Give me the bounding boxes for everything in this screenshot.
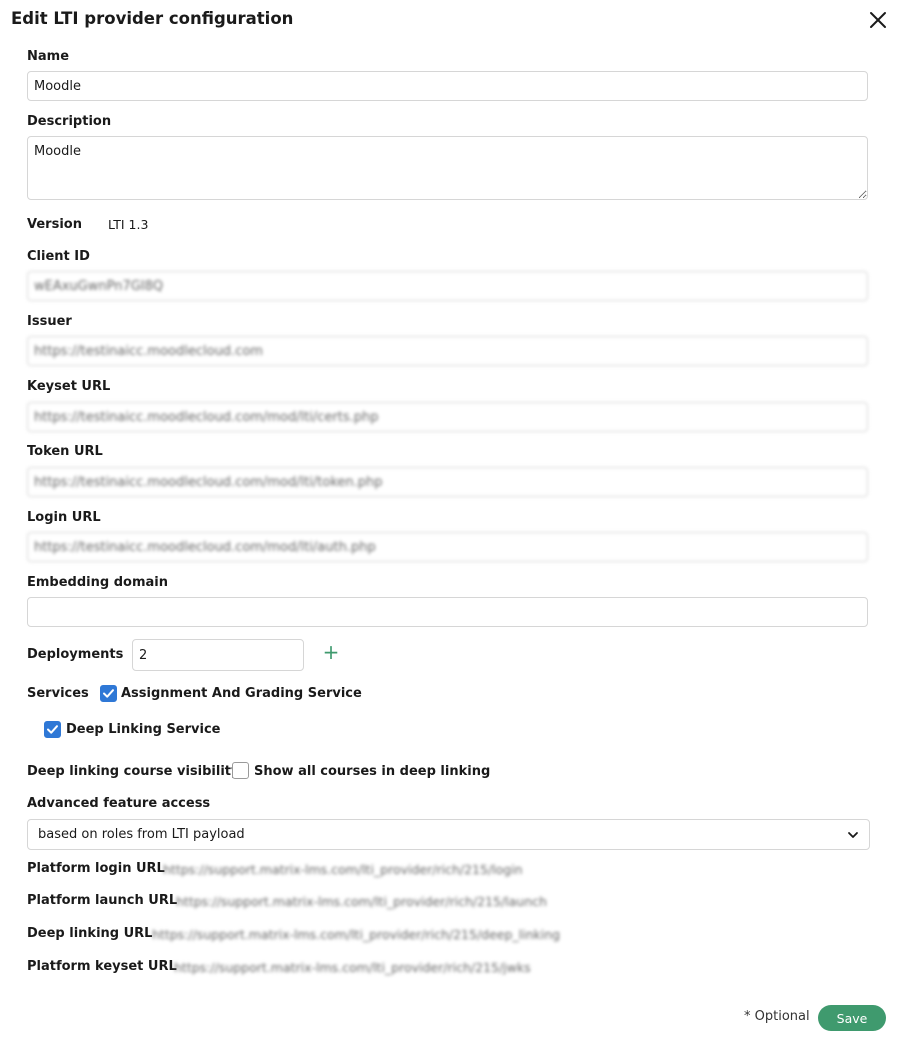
save-button[interactable]: Save xyxy=(818,1005,886,1031)
show-all-courses-checkbox[interactable] xyxy=(232,762,249,779)
platform-keyset-url-value: https://support.matrix-lms.com/lti_provi… xyxy=(174,960,531,975)
deep-linking-visibility-label: Deep linking course visibility xyxy=(27,764,240,779)
check-icon xyxy=(103,689,114,698)
deep-linking-service-label: Deep Linking Service xyxy=(66,722,221,737)
token-url-label: Token URL xyxy=(27,444,103,459)
deep-linking-url-value: https://support.matrix-lms.com/lti_provi… xyxy=(152,927,561,942)
deployments-input[interactable] xyxy=(132,639,304,671)
keyset-url-input[interactable] xyxy=(27,402,868,432)
platform-login-url-value: https://support.matrix-lms.com/lti_provi… xyxy=(163,862,523,877)
chevron-down-icon xyxy=(848,831,858,838)
platform-launch-url-label: Platform launch URL xyxy=(27,893,178,908)
deep-linking-url-label: Deep linking URL xyxy=(27,926,153,941)
platform-launch-url-value: https://support.matrix-lms.com/lti_provi… xyxy=(176,894,547,909)
client-id-label: Client ID xyxy=(27,249,90,264)
select-value: based on roles from LTI payload xyxy=(38,827,245,842)
keyset-url-label: Keyset URL xyxy=(27,379,111,394)
name-label: Name xyxy=(27,49,70,64)
assignment-grading-checkbox[interactable] xyxy=(100,685,117,702)
assignment-grading-label: Assignment And Grading Service xyxy=(121,686,362,701)
services-label: Services xyxy=(27,686,89,701)
plus-icon[interactable]: + xyxy=(322,642,340,662)
check-icon xyxy=(47,725,58,734)
login-url-input[interactable] xyxy=(27,532,868,562)
issuer-input[interactable] xyxy=(27,336,868,366)
description-label: Description xyxy=(27,114,112,129)
platform-login-url-label: Platform login URL xyxy=(27,861,165,876)
login-url-label: Login URL xyxy=(27,510,101,525)
issuer-label: Issuer xyxy=(27,314,72,329)
platform-keyset-url-label: Platform keyset URL xyxy=(27,959,177,974)
token-url-input[interactable] xyxy=(27,467,868,497)
name-input[interactable] xyxy=(27,71,868,101)
optional-note: * Optional xyxy=(744,1009,810,1024)
version-value: LTI 1.3 xyxy=(108,217,149,232)
close-icon[interactable] xyxy=(866,8,890,32)
advanced-feature-access-select[interactable]: based on roles from LTI payload xyxy=(27,819,870,850)
client-id-input[interactable] xyxy=(27,271,868,301)
version-label: Version xyxy=(27,217,82,232)
advanced-feature-access-label: Advanced feature access xyxy=(27,796,211,811)
description-textarea[interactable] xyxy=(27,136,868,200)
embedding-domain-input[interactable] xyxy=(27,597,868,627)
deep-linking-service-checkbox[interactable] xyxy=(44,721,61,738)
show-all-courses-label: Show all courses in deep linking xyxy=(254,764,491,779)
embedding-domain-label: Embedding domain xyxy=(27,575,168,590)
dialog-title: Edit LTI provider configuration xyxy=(11,9,294,28)
deployments-label: Deployments xyxy=(27,647,124,662)
